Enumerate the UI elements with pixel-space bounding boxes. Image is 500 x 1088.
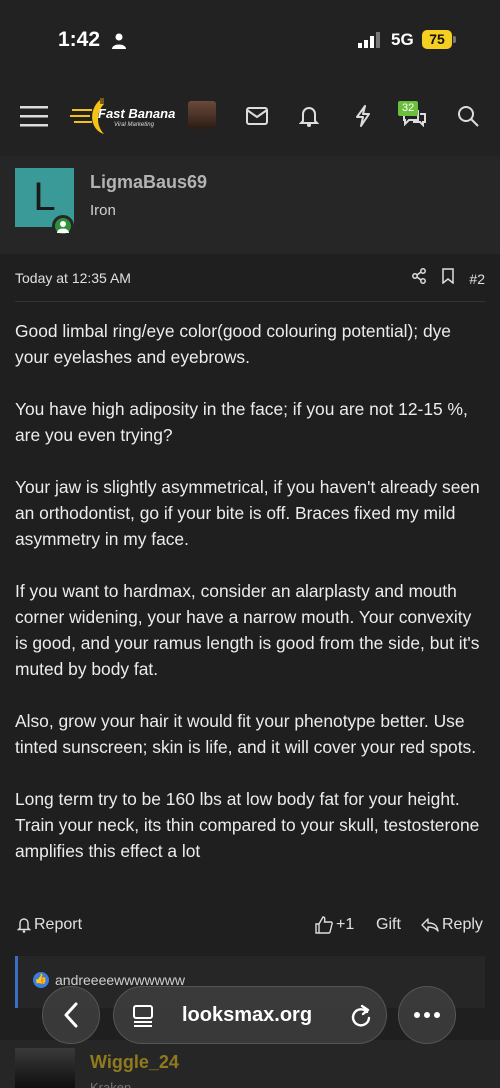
url-text: looksmax.org: [182, 1004, 313, 1026]
signal-icon: [358, 32, 380, 48]
post-paragraph: Good limbal ring/eye color(good colourin…: [15, 321, 451, 367]
search-icon[interactable]: [454, 102, 482, 130]
gift-button[interactable]: Gift: [376, 916, 401, 934]
post-author-header: L LigmaBaus69 Iron: [0, 156, 500, 254]
share-icon[interactable]: [411, 268, 427, 289]
author-username[interactable]: LigmaBaus69: [90, 172, 207, 193]
reload-icon[interactable]: [350, 1004, 372, 1028]
battery-tip: [453, 36, 456, 43]
chevron-left-icon: [64, 1002, 78, 1028]
more-options-button[interactable]: [398, 986, 456, 1044]
post-paragraph: Long term try to be 160 lbs at low body …: [15, 789, 480, 861]
like-count: +1: [336, 916, 355, 933]
report-label: Report: [34, 916, 83, 933]
post-body: Good limbal ring/eye color(good colourin…: [15, 318, 487, 890]
browser-toolbar: looksmax.org: [0, 986, 500, 1056]
logo-subtext: Viral Marketing: [114, 122, 154, 128]
post-paragraph: You have high adiposity in the face; if …: [15, 399, 468, 445]
user-avatar[interactable]: [188, 101, 216, 129]
author-rank: Iron: [90, 202, 116, 219]
logo-text: Fast Banana: [98, 106, 176, 121]
post-timestamp[interactable]: Today at 12:35 AM: [15, 270, 131, 286]
report-button[interactable]: Report: [17, 916, 82, 934]
status-time: 1:42: [58, 28, 101, 51]
reader-mode-icon[interactable]: [132, 1005, 154, 1027]
gift-label: Gift: [376, 916, 401, 933]
back-button[interactable]: [42, 986, 100, 1044]
network-label: 5G: [391, 30, 414, 49]
thumbs-up-icon: [315, 916, 333, 934]
like-button[interactable]: +1: [315, 916, 354, 934]
address-bar[interactable]: looksmax.org: [113, 986, 387, 1044]
bookmark-icon[interactable]: [441, 268, 455, 289]
person-icon: [112, 33, 126, 49]
post-meta: Today at 12:35 AM #2: [15, 254, 485, 302]
bell-outline-icon: [17, 918, 31, 933]
post-paragraph: Also, grow your hair it would fit your p…: [15, 711, 477, 757]
battery-indicator: 75: [422, 30, 452, 49]
menu-icon[interactable]: [20, 102, 48, 130]
reply-label: Reply: [442, 916, 483, 933]
bolt-icon[interactable]: [349, 102, 377, 130]
reply-button[interactable]: Reply: [421, 916, 483, 934]
mail-icon[interactable]: [243, 102, 271, 130]
post-actions: Report +1 Gift Reply: [15, 914, 485, 940]
bell-icon[interactable]: [295, 102, 323, 130]
post-number[interactable]: #2: [469, 271, 485, 287]
reply-icon: [421, 918, 439, 932]
online-status-icon: [52, 215, 74, 237]
more-dots-icon: [414, 1012, 440, 1018]
site-navbar: Fast Banana Viral Marketing 32: [0, 80, 500, 156]
conversations-badge: 32: [398, 101, 419, 116]
next-author-rank: Kraken: [90, 1080, 132, 1088]
status-bar: 1:42 5G 75: [0, 0, 500, 80]
post-paragraph: If you want to hardmax, consider an alar…: [15, 581, 480, 679]
post-paragraph: Your jaw is slightly asymmetrical, if yo…: [15, 477, 480, 549]
